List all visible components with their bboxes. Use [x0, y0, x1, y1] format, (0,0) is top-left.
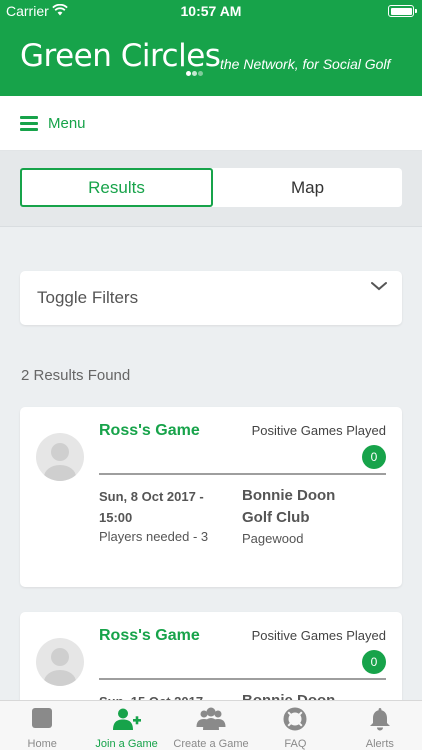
bottom-tab-bar: Home Join a Game Create a Game FAQ Alert…	[0, 700, 422, 750]
tab-join-game-label: Join a Game	[95, 738, 158, 750]
home-icon	[32, 708, 53, 728]
avatar	[36, 638, 84, 686]
club-name: Bonnie Doon Golf Club	[242, 487, 336, 526]
results-count: 2 Results Found	[21, 367, 131, 384]
status-time: 10:57 AM	[180, 3, 242, 19]
positive-games-label: Positive Games Played	[251, 628, 386, 643]
tab-home[interactable]: Home	[0, 701, 84, 750]
faq-lifebuoy-icon	[283, 707, 307, 731]
user-silhouette-icon	[44, 648, 76, 686]
tab-alerts[interactable]: Alerts	[338, 701, 422, 750]
tab-create-game-label: Create a Game	[173, 738, 249, 750]
club-suburb: Pagewood	[242, 531, 304, 546]
bell-icon	[369, 708, 390, 731]
players-needed: Players needed - 3	[99, 529, 209, 544]
card-divider	[99, 678, 386, 680]
hamburger-menu-icon[interactable]	[20, 116, 38, 131]
game-title[interactable]: Ross's Game	[99, 627, 200, 645]
user-silhouette-icon	[44, 443, 76, 481]
tab-join-game[interactable]: Join a Game	[84, 701, 168, 750]
game-title[interactable]: Ross's Game	[99, 422, 200, 440]
status-bar: Carrier 10:57 AM	[0, 0, 422, 22]
game-card[interactable]: Ross's Game Positive Games Played 0 Sun,…	[20, 407, 402, 587]
menu-bar[interactable]: Menu	[0, 96, 422, 151]
view-tabs-band: Results Map	[0, 151, 422, 227]
positive-games-label: Positive Games Played	[251, 423, 386, 438]
positive-games-badge: 0	[362, 650, 386, 674]
positive-games-badge: 0	[362, 445, 386, 469]
brand-dots-icon	[186, 63, 204, 81]
game-date: Sun, 8 Oct 2017 - 15:00	[99, 489, 204, 525]
create-game-icon	[196, 707, 226, 730]
tab-results[interactable]: Results	[20, 168, 213, 207]
tab-faq-label: FAQ	[284, 738, 307, 750]
brand-tagline: the Network, for Social Golf	[220, 56, 391, 72]
battery-icon	[388, 5, 417, 17]
toggle-filters-label: Toggle Filters	[37, 288, 139, 307]
card-divider	[99, 473, 386, 475]
tab-map[interactable]: Map	[213, 168, 402, 207]
avatar	[36, 433, 84, 481]
tab-alerts-label: Alerts	[365, 738, 394, 750]
menu-label[interactable]: Menu	[48, 115, 86, 132]
app-header: Green Circles the Network, for Social Go…	[0, 22, 422, 96]
toggle-filters-card[interactable]: Toggle Filters	[20, 271, 402, 325]
chevron-down-icon[interactable]	[370, 280, 388, 292]
tab-faq[interactable]: FAQ	[253, 701, 337, 750]
tab-create-game[interactable]: Create a Game	[169, 701, 253, 750]
tab-home-label: Home	[27, 738, 57, 750]
join-game-icon	[112, 708, 141, 730]
view-tabs: Results Map	[20, 168, 402, 207]
